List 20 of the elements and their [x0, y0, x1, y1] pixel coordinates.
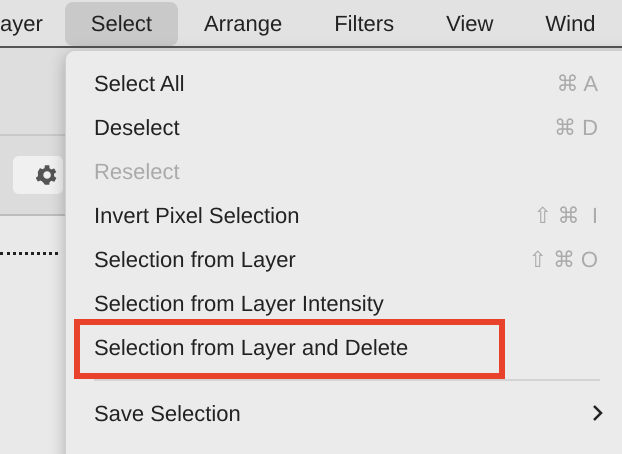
menu-bar-item[interactable]: Select	[64, 2, 178, 46]
shortcut: ⌘ D	[554, 114, 599, 142]
menu-item[interactable]: Invert Pixel Selection ⇧ ⌘ I	[66, 193, 622, 237]
menu-item[interactable]: Selection from Layer and Delete	[66, 325, 622, 369]
menu-bar-item[interactable]: View	[420, 2, 520, 46]
menu-item[interactable]: Selection from Layer ⇧ ⌘ O	[66, 237, 622, 281]
shortcut: ⌘ A	[556, 70, 599, 98]
menu-item[interactable]: Save Selection	[66, 391, 622, 435]
shortcut: ⇧ ⌘ O	[528, 246, 599, 274]
settings-button[interactable]	[13, 156, 63, 194]
menu-bar-item[interactable]: Arrange	[178, 2, 308, 46]
menu-bar-item[interactable]: Wind	[519, 2, 622, 46]
menu-bar-item[interactable]: Filters	[308, 2, 420, 46]
menu-bar-item[interactable]: ayer	[0, 2, 65, 46]
chevron-right-icon	[592, 404, 604, 422]
menu-item[interactable]: Selection from Layer Intensity	[66, 281, 622, 325]
menu-item[interactable]: Select All ⌘ A	[66, 61, 622, 105]
menu-item[interactable]: Deselect ⌘ D	[66, 105, 622, 149]
selection-marquee	[0, 252, 58, 255]
shortcut: ⇧ ⌘ I	[534, 202, 599, 230]
